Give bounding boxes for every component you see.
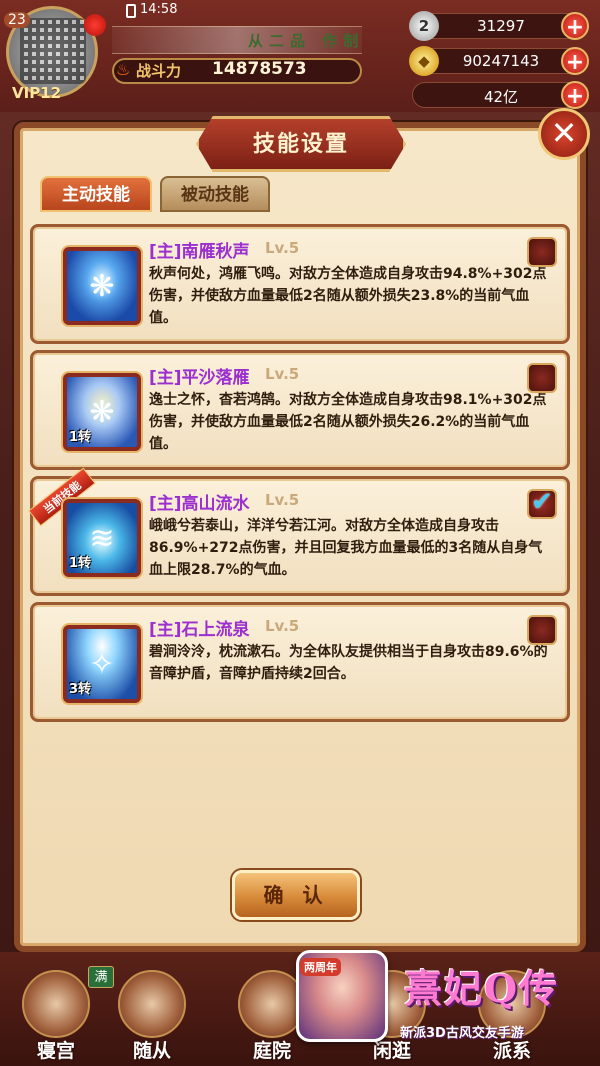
nav-label: 寝宫 xyxy=(36,1040,75,1062)
add-gold-button[interactable]: + xyxy=(561,47,589,75)
select-checkbox-checked[interactable]: ✔ xyxy=(527,487,557,519)
phone-status-icon xyxy=(126,4,136,18)
resource-money: 42亿 + xyxy=(409,80,589,110)
gold-ingot-icon: ◆ xyxy=(409,46,439,76)
top-hud: 23 VIP12 14:58 从二品 作制 ♨ 战斗力 14878573 2 3… xyxy=(0,0,600,112)
skill-name: [主]高山流水 xyxy=(149,494,250,514)
money-value: 42亿 xyxy=(483,88,519,106)
rank-title: 从二品 作制 xyxy=(248,32,365,50)
skill-description: 峨峨兮若泰山，洋洋兮若江河。对敌方全体造成自身攻击86.9%+272点伤害，并且… xyxy=(149,518,543,578)
avatar-qr-overlay xyxy=(20,18,86,84)
tab-passive-skills[interactable]: 被动技能 xyxy=(160,176,270,212)
light-beam-icon: ✧ xyxy=(89,647,115,682)
skill-description: 碧涧泠泠，枕流漱石。为全体队友提供相当于自身攻击89.6%的音障护盾，音障护盾持… xyxy=(149,644,548,682)
game-logo: 熹妃Q传 xyxy=(404,966,560,1011)
money-icon xyxy=(409,80,439,110)
vip-level[interactable]: VIP12 xyxy=(12,84,61,102)
power-value: 14878573 xyxy=(212,59,307,79)
tab-active-skills[interactable]: 主动技能 xyxy=(40,176,152,212)
bird-wings-icon: ❋ xyxy=(89,269,115,304)
nav-item-attendants[interactable]: 随从 xyxy=(110,962,194,1066)
resource-gold: ◆ 90247143 + xyxy=(409,46,589,76)
nav-label: 庭院 xyxy=(252,1040,291,1062)
select-checkbox[interactable] xyxy=(527,237,557,267)
skill-card[interactable]: ❋ [主]南雁秋声 Lv.5 秋声何处，鸿雁飞鸣。对敌方全体造成自身攻击94.8… xyxy=(30,224,570,344)
skill-name: [主]石上流泉 xyxy=(149,620,250,640)
confirm-button[interactable]: 确 认 xyxy=(232,870,360,920)
rebirth-badge: 3转 xyxy=(69,682,92,697)
nav-label: 随从 xyxy=(132,1040,171,1062)
add-silver-button[interactable]: + xyxy=(561,12,589,40)
fire-icon: ♨ xyxy=(116,60,131,79)
gold-value: 90247143 xyxy=(462,52,540,70)
power-label: 战斗力 xyxy=(136,62,182,80)
rebirth-badge: 1转 xyxy=(69,430,92,445)
skill-name: [主]平沙落雁 xyxy=(149,368,250,388)
select-checkbox[interactable] xyxy=(527,363,557,393)
palace-icon xyxy=(22,970,90,1038)
player-level: 23 xyxy=(4,12,30,28)
game-slogan: 新派3D古风交友手游 xyxy=(400,1026,524,1041)
skill-name: [主]南雁秋声 xyxy=(149,242,250,262)
skill-icon-frame: ✧ 3转 xyxy=(63,625,141,703)
skill-level: Lv.5 xyxy=(265,239,300,257)
resource-silver: 2 31297 + xyxy=(409,11,589,41)
skill-icon-frame: ❋ xyxy=(63,247,141,325)
notification-dot-icon xyxy=(84,14,106,36)
skill-list: ❋ [主]南雁秋声 Lv.5 秋声何处，鸿雁飞鸣。对敌方全体造成自身攻击94.8… xyxy=(24,212,576,732)
skill-card[interactable]: ❋ 1转 [主]平沙落雁 Lv.5 逸士之怀，杳若鸿鹄。对敌方全体造成自身攻击9… xyxy=(30,350,570,470)
bird-wings-icon: ❋ xyxy=(89,395,115,430)
rebirth-badge: 1转 xyxy=(69,556,92,571)
silver-coin-icon: 2 xyxy=(409,11,439,41)
panel-title: 技能设置 xyxy=(252,132,349,157)
wave-icon: ≋ xyxy=(89,521,115,556)
skill-level: Lv.5 xyxy=(265,365,300,383)
status-time: 14:58 xyxy=(140,2,178,17)
skill-icon-frame: ≋ 1转 xyxy=(63,499,141,577)
skill-icon-frame: ❋ 1转 xyxy=(63,373,141,451)
silver-value: 31297 xyxy=(477,17,525,35)
skill-card-current[interactable]: 当前技能 ≋ 1转 [主]高山流水 Lv.5 峨峨兮若泰山，洋洋兮若江河。对敌方… xyxy=(28,467,570,596)
anniversary-badge: 两周年 xyxy=(300,958,341,976)
select-checkbox[interactable] xyxy=(527,615,557,645)
skill-level: Lv.5 xyxy=(265,491,300,509)
checkmark-icon: ✔ xyxy=(531,487,553,517)
skill-description: 秋声何处，鸿雁飞鸣。对敌方全体造成自身攻击94.8%+302点伤害，并使敌方血量… xyxy=(149,266,547,326)
skill-description: 逸士之怀，杳若鸿鹄。对敌方全体造成自身攻击98.1%+302点伤害，并使敌方血量… xyxy=(149,392,547,452)
close-button[interactable]: ✕ xyxy=(538,108,590,160)
attendant-icon xyxy=(118,970,186,1038)
nav-item-palace[interactable]: 寝宫 xyxy=(14,962,98,1066)
add-money-button[interactable]: + xyxy=(561,81,589,109)
skill-card[interactable]: ✧ 3转 [主]石上流泉 Lv.5 碧涧泠泠，枕流漱石。为全体队友提供相当于自身… xyxy=(30,602,570,722)
skill-level: Lv.5 xyxy=(265,617,300,635)
